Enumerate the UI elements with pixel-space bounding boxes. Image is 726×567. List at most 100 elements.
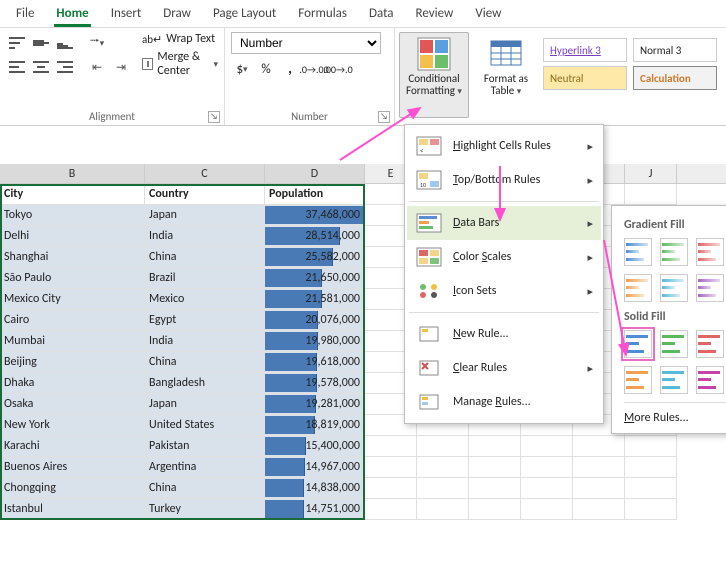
cell-population[interactable]: 15,400,000 xyxy=(265,436,365,457)
cell-country[interactable]: China xyxy=(145,478,265,499)
cell-city[interactable]: Beijing xyxy=(0,352,145,373)
decrease-indent-icon[interactable]: ⇤ xyxy=(86,56,108,78)
tab-page-layout[interactable]: Page Layout xyxy=(203,2,286,27)
tab-insert[interactable]: Insert xyxy=(101,2,152,27)
menu-clear-rules[interactable]: Clear Rules ▸ xyxy=(407,351,601,385)
more-rules-link[interactable]: More Rules... xyxy=(624,411,689,425)
cell-population[interactable]: 19,281,000 xyxy=(265,394,365,415)
solid-lightblue[interactable] xyxy=(660,366,688,394)
header-D[interactable]: Population xyxy=(265,184,365,205)
cell-empty[interactable] xyxy=(365,478,417,499)
cell-country[interactable]: Pakistan xyxy=(145,436,265,457)
cell-city[interactable]: Cairo xyxy=(0,310,145,331)
percent-format-icon[interactable]: % xyxy=(255,58,277,80)
align-top-icon[interactable] xyxy=(6,32,28,54)
cell-population[interactable]: 19,578,000 xyxy=(265,373,365,394)
cell-empty[interactable] xyxy=(365,457,417,478)
cell-city[interactable]: Dhaka xyxy=(0,373,145,394)
cell-population[interactable]: 19,980,000 xyxy=(265,331,365,352)
cell-empty[interactable] xyxy=(521,478,573,499)
header-B[interactable]: City xyxy=(0,184,145,205)
cell-city[interactable]: Mexico City xyxy=(0,289,145,310)
cell-population[interactable]: 14,967,000 xyxy=(265,457,365,478)
cell-population[interactable]: 20,076,000 xyxy=(265,310,365,331)
cell-population[interactable]: 14,838,000 xyxy=(265,478,365,499)
cell-empty[interactable] xyxy=(573,499,625,520)
cell-city[interactable]: Shanghai xyxy=(0,247,145,268)
cell-country[interactable]: Bangladesh xyxy=(145,373,265,394)
cell-population[interactable]: 37,468,000 xyxy=(265,205,365,226)
cell-country[interactable]: Argentina xyxy=(145,457,265,478)
cell-city[interactable]: Tokyo xyxy=(0,205,145,226)
cell-country[interactable]: Japan xyxy=(145,205,265,226)
cell-empty[interactable] xyxy=(417,457,469,478)
increase-indent-icon[interactable]: ⇥ xyxy=(110,56,132,78)
cell-empty[interactable] xyxy=(469,436,521,457)
tab-home[interactable]: Home xyxy=(46,2,98,27)
menu-manage-rules[interactable]: Manage Rules... xyxy=(407,385,601,419)
cell-city[interactable]: Mumbai xyxy=(0,331,145,352)
cell-population[interactable]: 28,514,000 xyxy=(265,226,365,247)
cell-population[interactable]: 21,581,000 xyxy=(265,289,365,310)
cell-city[interactable]: Buenos Aires xyxy=(0,457,145,478)
comma-format-icon[interactable]: , xyxy=(279,58,301,80)
cell-country[interactable]: China xyxy=(145,247,265,268)
cell-population[interactable]: 18,819,000 xyxy=(265,415,365,436)
cell-empty[interactable] xyxy=(417,499,469,520)
menu-data-bars[interactable]: Data Bars ▸ xyxy=(407,206,601,240)
tab-review[interactable]: Review xyxy=(406,2,464,27)
cell-population[interactable]: 19,618,000 xyxy=(265,352,365,373)
style-hyperlink[interactable]: Hyperlink 3 xyxy=(543,38,627,62)
align-bottom-icon[interactable] xyxy=(54,32,76,54)
increase-decimal-icon[interactable]: .0→.00 xyxy=(303,58,325,80)
cell-empty[interactable] xyxy=(521,436,573,457)
cell-empty[interactable] xyxy=(625,478,677,499)
cell-empty[interactable] xyxy=(625,457,677,478)
align-middle-icon[interactable] xyxy=(30,32,52,54)
menu-highlight-cells[interactable]: < Highlight Cells Rules ▸ xyxy=(407,129,601,163)
cell-empty[interactable] xyxy=(521,499,573,520)
cell-country[interactable]: Japan xyxy=(145,394,265,415)
cell-country[interactable]: Egypt xyxy=(145,310,265,331)
cell-empty[interactable] xyxy=(469,478,521,499)
cell-population[interactable]: 25,582,000 xyxy=(265,247,365,268)
menu-new-rule[interactable]: New Rule... xyxy=(407,317,601,351)
cell-empty[interactable] xyxy=(625,499,677,520)
tab-file[interactable]: File xyxy=(6,2,44,27)
tab-draw[interactable]: Draw xyxy=(153,2,201,27)
decrease-decimal-icon[interactable]: .00→.0 xyxy=(327,58,349,80)
cell-city[interactable]: São Paulo xyxy=(0,268,145,289)
col-header-J[interactable]: J xyxy=(625,164,677,183)
tab-formulas[interactable]: Formulas xyxy=(288,2,357,27)
gradient-orange[interactable] xyxy=(624,274,652,302)
cell-empty[interactable] xyxy=(521,457,573,478)
cell-city[interactable]: Delhi xyxy=(0,226,145,247)
col-header-B[interactable]: B xyxy=(0,164,145,183)
solid-red[interactable] xyxy=(696,330,724,358)
cell-population[interactable]: 21,650,000 xyxy=(265,268,365,289)
cell-city[interactable]: Osaka xyxy=(0,394,145,415)
cell-empty[interactable] xyxy=(365,499,417,520)
wrap-text-button[interactable]: ab↵ Wrap Text xyxy=(142,32,218,46)
gradient-red[interactable] xyxy=(696,238,724,266)
gradient-blue[interactable] xyxy=(624,238,652,266)
cell-city[interactable]: Karachi xyxy=(0,436,145,457)
solid-blue[interactable] xyxy=(624,330,652,358)
menu-color-scales[interactable]: Color Scales ▸ xyxy=(407,240,601,274)
cell-country[interactable]: Mexico xyxy=(145,289,265,310)
format-as-table-button[interactable]: Format as Table ▾ xyxy=(471,32,541,118)
cell-country[interactable]: India xyxy=(145,226,265,247)
gradient-lightblue[interactable] xyxy=(660,274,688,302)
cell-empty[interactable] xyxy=(469,499,521,520)
menu-top-bottom[interactable]: 10 Top/Bottom Rules ▸ xyxy=(407,163,601,197)
cell-city[interactable]: New York xyxy=(0,415,145,436)
cell-country[interactable]: India xyxy=(145,331,265,352)
col-header-D[interactable]: D xyxy=(265,164,365,183)
cell-country[interactable]: Brazil xyxy=(145,268,265,289)
cell-empty[interactable] xyxy=(417,436,469,457)
cell-city[interactable]: Istanbul xyxy=(0,499,145,520)
cell-population[interactable]: 14,751,000 xyxy=(265,499,365,520)
conditional-formatting-button[interactable]: Conditional Formatting ▾ xyxy=(399,32,469,118)
gradient-green[interactable] xyxy=(660,238,688,266)
gradient-purple[interactable] xyxy=(696,274,724,302)
